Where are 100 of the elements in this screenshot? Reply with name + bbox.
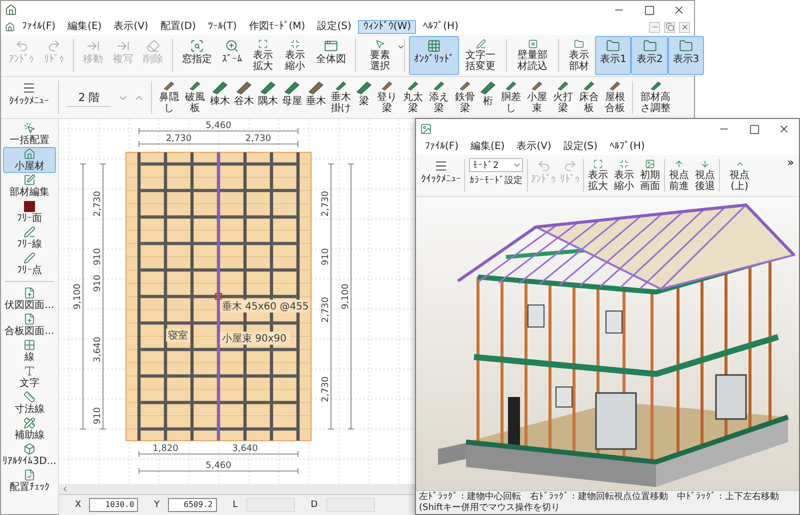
more-button[interactable]: » [785, 156, 796, 169]
member-button[interactable]: 丸太梁 [400, 78, 426, 117]
member-button[interactable]: 床合板 [576, 78, 602, 117]
sidebar-tool[interactable]: 補助線 [3, 416, 56, 442]
toolbar-button[interactable]: 壁量部材読込 [511, 36, 554, 75]
member-button[interactable]: 小屋束 [524, 78, 550, 117]
member-button[interactable]: 垂木掛け [328, 78, 354, 117]
scroll-left-icon [61, 485, 69, 493]
sidebar-tool[interactable]: ﾌﾘｰ線 [3, 225, 56, 251]
dimension-label: 2,730 [166, 134, 192, 144]
toolbar-button[interactable]: 視点(上) [721, 156, 758, 195]
letter-icon [23, 365, 36, 377]
menu-item[interactable]: 編集(E) [62, 20, 107, 34]
toolbar-button[interactable]: 表示縮小 [279, 36, 311, 75]
toolbar-button[interactable]: 表示拡大 [585, 156, 611, 195]
restore-button[interactable] [664, 22, 675, 32]
folder-icon [678, 39, 693, 53]
member-button[interactable]: 棟木 [208, 78, 232, 117]
sidebar-tool[interactable]: 配置ﾁｪｯｸ [3, 468, 56, 494]
sidebar-tool[interactable]: 小屋材 [3, 147, 56, 173]
quick-menu-button[interactable]: ｸｲｯｸﾒﾆｭｰ [419, 156, 463, 195]
folder-icon [572, 39, 586, 49]
member-button[interactable]: 隅木 [256, 78, 280, 117]
member-button[interactable]: 火打梁 [550, 78, 576, 117]
menu-item[interactable]: 設定(S) [558, 140, 602, 154]
toolbar-button[interactable]: 視点後退 [692, 156, 718, 195]
coordinate-field[interactable]: 1030.0 [89, 498, 138, 512]
toolbar-button[interactable]: 要素選択 [360, 36, 400, 75]
toolbar-button[interactable]: ｵﾝｸﾞﾘｯﾄﾞ [409, 36, 459, 75]
member-button[interactable]: 鉄骨梁 [452, 78, 478, 117]
dimension-label: 2,730 [245, 134, 272, 144]
menu-item[interactable]: 表示(V) [108, 20, 154, 34]
toolbar-button[interactable]: 表示1 [595, 36, 632, 75]
sidebar-tool[interactable]: 文字 [3, 364, 56, 390]
menu-item[interactable]: ｳｨﾝﾄﾞｳ(W) [358, 20, 416, 34]
member-button[interactable]: 部材高さ調整 [637, 78, 674, 117]
toolbar-button[interactable]: 表示縮小 [611, 156, 637, 195]
sidebar-tool[interactable]: 合板図面... [3, 312, 56, 338]
menu-item[interactable]: ﾍﾙﾌﾟ(H) [604, 140, 650, 154]
undo-icon [536, 159, 550, 173]
beam-icon [555, 81, 571, 91]
member-button[interactable]: 谷木 [232, 78, 256, 117]
member-button[interactable]: 鼻隠し [156, 78, 182, 117]
sidebar-tool[interactable]: 一括配置 [3, 121, 56, 147]
zoom-icon [225, 39, 239, 53]
quick-menu-button[interactable]: ｸｲｯｸﾒﾆｭｰ [4, 78, 54, 117]
sidebar-tool[interactable]: 部材編集 [3, 173, 56, 199]
coordinate-label: D [310, 500, 318, 510]
menu-item[interactable]: 設定(S) [312, 20, 356, 34]
beam-icon [236, 81, 252, 95]
member-button[interactable]: 胴差し [498, 78, 524, 117]
menu-item[interactable]: ﾌｧｲﾙ(F) [17, 20, 61, 34]
toolbar-button[interactable]: ｽﾞｰﾑ [217, 36, 247, 75]
menu-item[interactable]: ﾍﾙﾌﾟ(H) [418, 20, 464, 34]
color-mode-select[interactable]: ﾓｰﾄﾞ2 [469, 158, 523, 172]
coordinate-label: L [232, 500, 238, 510]
dimension-label: 3,640 [93, 336, 103, 362]
file-plus-icon [23, 313, 36, 325]
member-button[interactable]: 屋根合板 [602, 78, 628, 117]
member-button[interactable]: 添え梁 [426, 78, 452, 117]
menu-item[interactable]: ﾂｰﾙ(T) [202, 20, 242, 34]
toolbar-button[interactable]: 窓指定 [177, 36, 217, 75]
menu-item[interactable]: 配置(D) [155, 20, 201, 34]
member-button[interactable]: 母屋 [280, 78, 304, 117]
sidebar-tool[interactable]: ﾌﾘｰ点 [3, 251, 56, 277]
floor-field[interactable]: 2 階 [67, 88, 111, 107]
member-button[interactable]: 破風板 [182, 78, 208, 117]
sidebar-tool[interactable]: 伏図図面... [3, 286, 56, 312]
beam-icon [356, 81, 372, 95]
coordinate-field[interactable]: 6509.2 [168, 498, 217, 512]
menu-item[interactable]: ﾌｧｲﾙ(F) [420, 140, 464, 154]
member-button[interactable]: 梁 [354, 78, 374, 117]
pen-icon [23, 252, 36, 264]
sidebar-tool[interactable]: 線 [3, 338, 56, 364]
sidebar-tool[interactable]: 寸法線 [3, 390, 56, 416]
toolbar-button[interactable]: 全体図 [311, 36, 351, 75]
filled-square-icon [24, 200, 35, 212]
restore-icon [666, 23, 674, 31]
member-button[interactable]: 桁 [478, 78, 498, 117]
toolbar-button[interactable]: 文字一括変更 [459, 36, 502, 75]
toolbar-button[interactable]: 表示部材 [563, 36, 595, 75]
toolbar-button[interactable]: 初期画面 [637, 156, 663, 195]
member-button[interactable]: 登り梁 [374, 78, 400, 117]
member-button[interactable]: 垂木 [304, 78, 328, 117]
toolbar-button[interactable]: 表示拡大 [247, 36, 279, 75]
menu-item[interactable]: 編集(E) [466, 140, 510, 154]
sidebar-tool[interactable]: ﾌﾘｰ面 [3, 199, 56, 225]
menu-item[interactable]: 表示(V) [512, 140, 556, 154]
beam-icon [308, 81, 324, 95]
window-icon [324, 39, 338, 53]
app-icon [420, 123, 432, 135]
sidebar-tool[interactable]: ﾘｱﾙﾀｲﾑ3D... [3, 442, 56, 468]
close-button[interactable] [679, 22, 690, 32]
toolbar-button[interactable]: 表示3 [668, 36, 704, 75]
horizontal-scrollbar[interactable] [59, 484, 417, 494]
toolbar-button[interactable]: 表示2 [631, 36, 668, 75]
dimension-label: 9,100 [341, 284, 351, 310]
minimize-button[interactable] [649, 22, 660, 32]
toolbar-button[interactable]: 視点前進 [666, 156, 692, 195]
menu-item[interactable]: 作図ﾓｰﾄﾞ(M) [244, 20, 310, 34]
